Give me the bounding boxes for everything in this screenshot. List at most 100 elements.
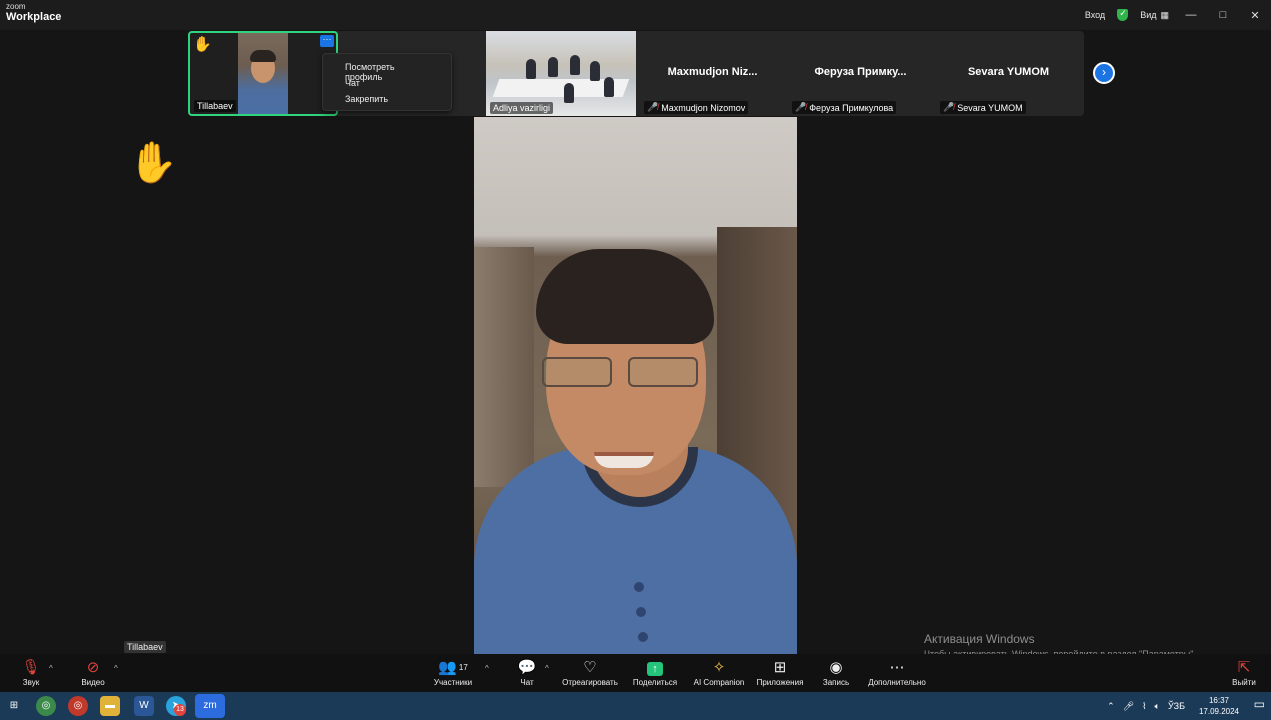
- record-label: Запись: [822, 678, 850, 687]
- react-button[interactable]: ♡ Отреагировать: [560, 658, 620, 687]
- participant-tile[interactable]: Maxmudjon Niz... 🎤̸ Maxmudjon Nizomov: [640, 31, 785, 116]
- view-label: Вид: [1140, 10, 1157, 20]
- participant-thumbnail: [238, 33, 288, 114]
- apps-label: Приложения: [756, 678, 804, 687]
- chat-button[interactable]: 💬 Чат: [514, 658, 540, 687]
- mic-icon[interactable]: 🎤︎: [1123, 701, 1134, 712]
- zoom-taskbar-icon[interactable]: zm: [195, 694, 225, 718]
- mic-muted-icon: 🎙︎: [21, 659, 41, 676]
- windows-start-icon[interactable]: ⊞: [4, 696, 24, 716]
- language-indicator[interactable]: ЎЗБ: [1168, 701, 1185, 711]
- participants-count: 17: [458, 663, 468, 672]
- logo-big-text: Workplace: [6, 11, 62, 23]
- next-page-button[interactable]: ›: [1093, 62, 1115, 84]
- chat-options-caret[interactable]: ^: [545, 664, 549, 673]
- volume-icon[interactable]: 🔈︎: [1155, 701, 1160, 712]
- menu-item-pin[interactable]: Закрепить: [323, 91, 451, 107]
- signin-label: Вход: [1084, 10, 1106, 20]
- room-person: [564, 83, 574, 103]
- audio-label: Звук: [22, 678, 40, 687]
- share-button[interactable]: ↑ Поделиться: [632, 658, 678, 687]
- share-icon: ↑: [647, 662, 663, 676]
- leave-button[interactable]: ⇱ Выйти: [1230, 658, 1258, 687]
- view-button[interactable]: Вид ▦: [1134, 0, 1175, 30]
- room-person: [570, 55, 580, 75]
- room-person: [526, 59, 536, 79]
- participant-name: Tillabaev: [194, 100, 236, 112]
- close-button[interactable]: ✕: [1239, 9, 1271, 22]
- ai-companion-button[interactable]: ✧ AI Companion: [692, 658, 746, 687]
- security-shield-icon[interactable]: [1111, 0, 1134, 30]
- participant-name: Adliya vazirligi: [490, 102, 554, 114]
- participant-big-label: Sevara YUMOM: [967, 66, 1050, 78]
- chrome-profile-icon[interactable]: ◎: [68, 696, 88, 716]
- chat-icon: 💬: [517, 659, 537, 676]
- more-button[interactable]: ⋯ Дополнительно: [866, 658, 928, 687]
- speaker-video: [474, 117, 797, 654]
- apps-icon: ⊞: [773, 659, 787, 676]
- more-options-button[interactable]: ···: [320, 35, 334, 47]
- room-person: [590, 61, 600, 81]
- menu-item-chat[interactable]: Чат: [323, 75, 451, 91]
- zoom-logo: zoom Workplace: [6, 3, 61, 23]
- chrome-icon[interactable]: ◎: [36, 696, 56, 716]
- participant-tile[interactable]: Феруза Примку... 🎤̸ Феруза Примкулова: [788, 31, 933, 116]
- leave-label: Выйти: [1232, 678, 1256, 687]
- participant-big-label: Феруза Примку...: [814, 66, 907, 78]
- room-person: [604, 77, 614, 97]
- mic-muted-icon: 🎤̸: [647, 102, 659, 112]
- apps-button[interactable]: ⊞ Приложения: [754, 658, 806, 687]
- ai-label: AI Companion: [693, 678, 745, 687]
- sparkle-icon: ✧: [712, 659, 726, 676]
- more-label: Дополнительно: [868, 678, 926, 687]
- participant-tile-active[interactable]: ✋ ··· Tillabaev: [188, 31, 338, 116]
- room-person: [548, 57, 558, 77]
- file-explorer-icon[interactable]: ▬: [100, 696, 120, 716]
- participant-name: Феруза Примкулова: [809, 102, 894, 113]
- clock-time: 16:37: [1208, 696, 1229, 705]
- menu-item-view-profile[interactable]: Посмотреть профиль: [323, 59, 451, 82]
- participants-button[interactable]: 👥 17 Участники: [430, 658, 476, 687]
- participant-tile[interactable]: Sevara YUMOM 🎤̸ Sevara YUMOM: [936, 31, 1081, 116]
- video-label: Видео: [81, 678, 105, 687]
- participant-name: Sevara YUMOM: [957, 102, 1023, 113]
- signin-button[interactable]: Вход: [1079, 0, 1111, 30]
- participant-big-label: Maxmudjon Niz...: [667, 66, 758, 78]
- word-icon[interactable]: W: [134, 696, 154, 716]
- minimize-button[interactable]: —: [1175, 9, 1207, 21]
- react-label: Отреагировать: [562, 678, 618, 687]
- share-label: Поделиться: [632, 678, 678, 687]
- meeting-toolbar: 🎙︎ Звук ^ ⊘ Видео ^ 👥 17 Участники ^ 💬 Ча…: [0, 654, 1271, 692]
- raised-hand-icon: ✋: [193, 36, 212, 53]
- participant-name: Maxmudjon Nizomov: [661, 102, 746, 113]
- participant-tile-room[interactable]: Adliya vazirligi: [486, 31, 636, 116]
- record-button[interactable]: ◉ Запись: [820, 658, 852, 687]
- notifications-icon[interactable]: ▭: [1254, 697, 1265, 711]
- heart-icon: ♡: [583, 659, 597, 676]
- chevron-up-icon[interactable]: ⌃: [1107, 701, 1115, 712]
- logo-small-text: zoom: [6, 2, 26, 11]
- video-button[interactable]: ⊘ Видео: [78, 658, 108, 687]
- participants-label: Участники: [433, 678, 473, 687]
- maximize-button[interactable]: □: [1207, 9, 1239, 21]
- chat-label: Чат: [520, 678, 534, 687]
- title-bar: zoom Workplace Вход Вид▦ — □ ✕: [0, 0, 1271, 30]
- grid-icon: ▦: [1160, 9, 1169, 20]
- participant-context-menu: Посмотреть профиль Чат Закрепить: [322, 53, 452, 111]
- leave-icon: ⇱: [1237, 659, 1251, 676]
- telegram-badge: 13: [174, 704, 186, 716]
- clock-date: 17.09.2024: [1198, 707, 1239, 716]
- video-options-caret[interactable]: ^: [114, 664, 118, 673]
- participants-options-caret[interactable]: ^: [485, 664, 489, 673]
- audio-button[interactable]: 🎙︎ Звук: [18, 658, 44, 687]
- participants-icon: 👥 17: [438, 659, 468, 676]
- audio-options-caret[interactable]: ^: [49, 664, 53, 673]
- speaker-name-tag: Tillabaev: [124, 641, 166, 653]
- mic-muted-icon: 🎤̸: [795, 102, 807, 112]
- wifi-icon[interactable]: ⌇: [1142, 701, 1146, 712]
- more-icon: ⋯: [889, 659, 905, 676]
- mic-muted-icon: 🎤̸: [943, 102, 955, 112]
- clock[interactable]: 16:37 17.09.2024: [1199, 695, 1239, 717]
- windows-taskbar: ⊞ ◎ ◎ ▬ W ➤ 13 zm ⌃ 🎤︎ ⌇ 🔈︎ ЎЗБ 16:37 17…: [0, 692, 1271, 720]
- video-off-icon: ⊘: [86, 659, 100, 676]
